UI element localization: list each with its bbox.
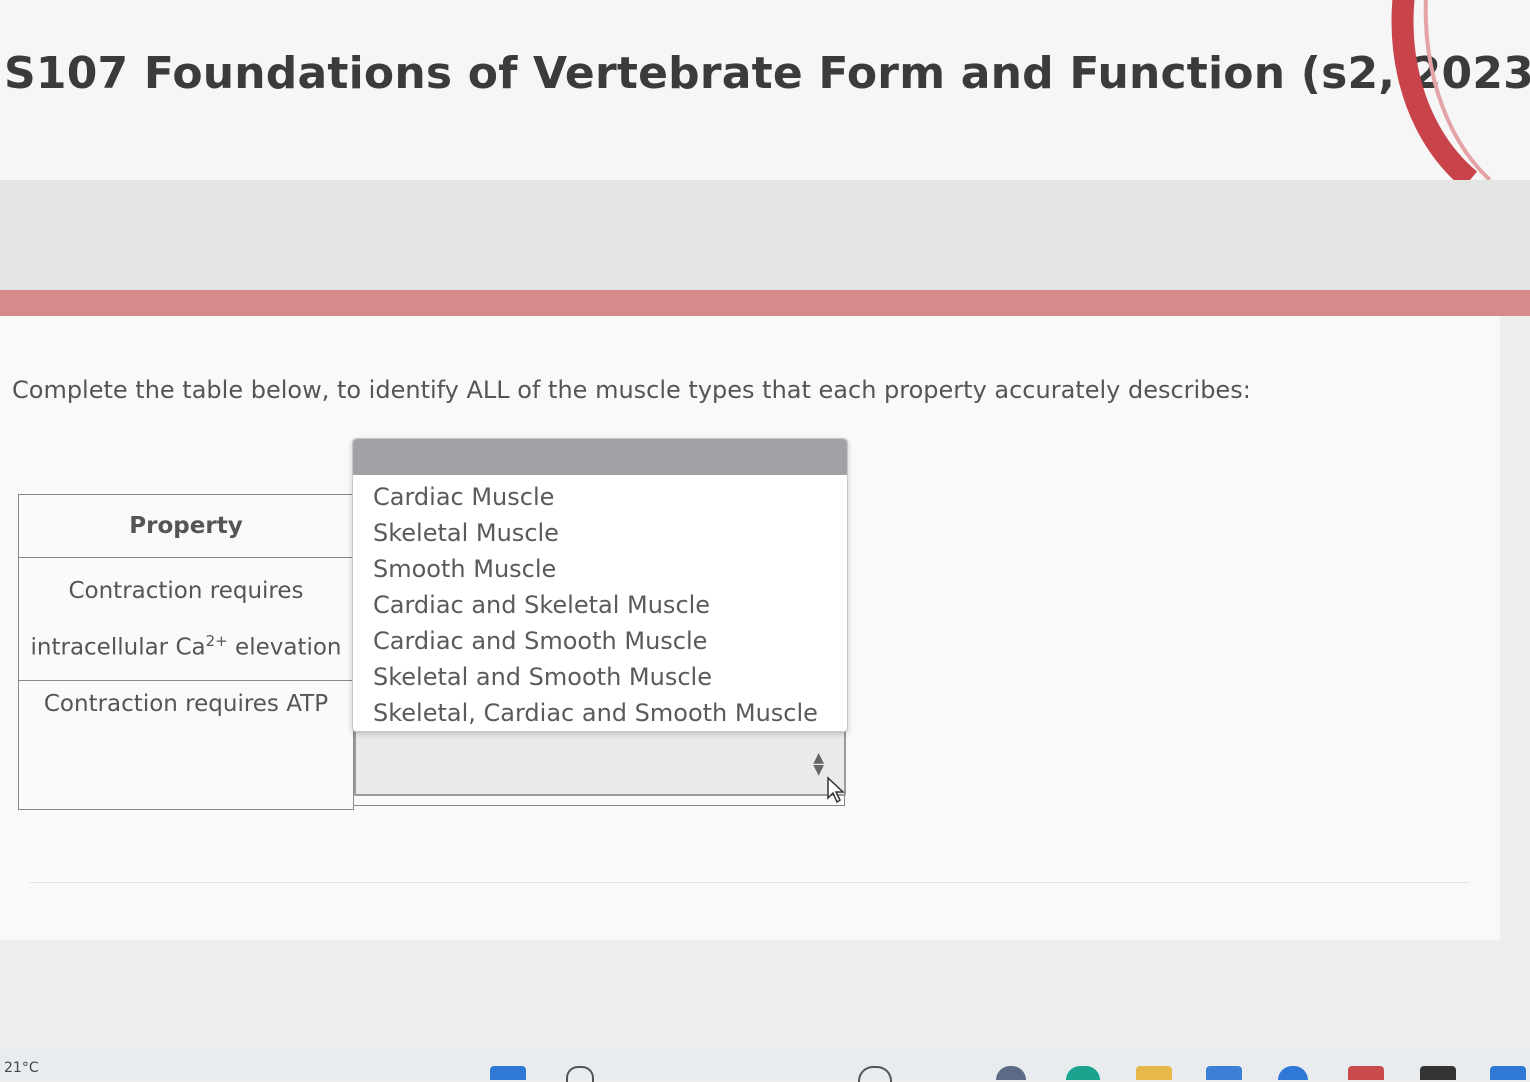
university-logo-icon <box>1391 0 1492 189</box>
dropdown-option[interactable]: Skeletal Muscle <box>353 515 847 551</box>
table-row: Contraction requires ATP <box>18 680 354 810</box>
course-title: S107 Foundations of Vertebrate Form and … <box>4 48 1530 99</box>
windows-start-icon[interactable] <box>490 1066 526 1080</box>
file-explorer-icon[interactable] <box>1136 1066 1172 1080</box>
property-table: Property Contraction requires intracellu… <box>18 494 354 810</box>
superscript-text: 2+ <box>205 631 228 650</box>
mouse-cursor-icon <box>827 776 845 804</box>
app-icon[interactable] <box>1348 1066 1384 1080</box>
app-icon[interactable] <box>1490 1066 1526 1080</box>
table-header-property: Property <box>18 494 354 558</box>
dropdown-option[interactable]: Cardiac and Smooth Muscle <box>353 623 847 659</box>
dropdown-option[interactable]: Skeletal, Cardiac and Smooth Muscle <box>353 695 847 731</box>
mail-icon[interactable] <box>1206 1066 1242 1080</box>
notification-app-icon[interactable] <box>1278 1066 1308 1080</box>
dropdown-option[interactable]: Cardiac and Skeletal Muscle <box>353 587 847 623</box>
accent-bar <box>0 290 1530 316</box>
muscle-type-dropdown-list: Cardiac Muscle Skeletal Muscle Smooth Mu… <box>352 438 848 732</box>
property-cell-calcium: Contraction requires intracellular Ca2+ … <box>18 557 354 681</box>
select-arrows-icon: ▲ ▼ <box>813 750 824 778</box>
property-text: intracellular Ca <box>30 634 206 661</box>
property-text: Contraction requires <box>68 577 304 604</box>
taskbar: 21°C <box>0 1048 1530 1082</box>
muscle-type-select[interactable]: ▲ ▼ <box>354 730 846 796</box>
property-text: elevation <box>227 634 342 661</box>
app-icon[interactable] <box>996 1066 1026 1080</box>
property-text: Contraction requires ATP <box>43 691 329 717</box>
weather-widget[interactable]: 21°C <box>4 1060 39 1076</box>
dropdown-option[interactable]: Smooth Muscle <box>353 551 847 587</box>
divider <box>30 882 1470 883</box>
question-instructions: Complete the table below, to identify AL… <box>12 376 1251 404</box>
edge-browser-icon[interactable] <box>1066 1066 1100 1080</box>
table-row: Contraction requires intracellular Ca2+ … <box>18 557 354 681</box>
dropdown-option[interactable]: Skeletal and Smooth Muscle <box>353 659 847 695</box>
dropdown-header <box>353 439 847 475</box>
dropdown-option[interactable]: Cardiac Muscle <box>353 479 847 515</box>
banner-area <box>0 180 1530 290</box>
page-header: S107 Foundations of Vertebrate Form and … <box>0 0 1530 189</box>
app-icon[interactable] <box>1420 1066 1456 1080</box>
property-cell-atp: Contraction requires ATP <box>18 680 354 810</box>
